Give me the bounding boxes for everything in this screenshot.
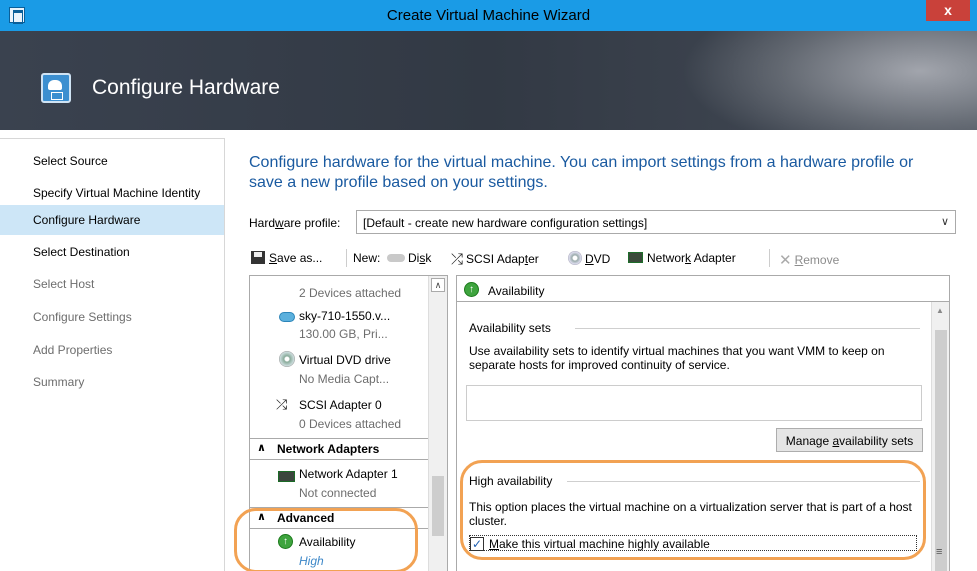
intro-text: Configure hardware for the virtual machi…	[249, 154, 914, 191]
scroll-up-icon[interactable]: ∧	[431, 278, 445, 292]
availability-sets-list[interactable]	[466, 385, 922, 421]
disk-detail: 130.00 GB, Pri...	[299, 327, 388, 341]
panel-title: Availability	[488, 284, 545, 298]
high-availability-description: This option places the virtual machine o…	[469, 500, 912, 528]
hardware-profile-select[interactable]: [Default - create new hardware configura…	[356, 210, 956, 234]
title-bar: Create Virtual Machine Wizard x	[0, 0, 977, 31]
scrollbar-thumb[interactable]	[432, 476, 444, 536]
tree-scrollbar[interactable]: ∧	[428, 276, 447, 571]
group-advanced[interactable]: ∧ Advanced	[250, 507, 428, 529]
availability-sets-description: Use availability sets to identify virtua…	[469, 344, 885, 372]
scsi-detail: 0 Devices attached	[299, 417, 402, 431]
high-availability-label: High availability	[469, 474, 553, 488]
save-as-button[interactable]: Save as...	[251, 251, 322, 265]
tree-item-disk[interactable]: sky-710-1550.v...	[299, 309, 390, 323]
new-disk-button[interactable]: Disk	[387, 251, 431, 265]
network-adapter-icon	[628, 252, 643, 263]
tree-item-scsi[interactable]: SCSI Adapter 0	[299, 398, 382, 412]
hardware-profile-value: [Default - create new hardware configura…	[363, 216, 648, 230]
highly-available-checkbox[interactable]: ✓	[470, 537, 484, 551]
highly-available-checkbox-label[interactable]: Make this virtual machine highly availab…	[489, 537, 710, 551]
tree-item-dvd[interactable]: Virtual DVD drive	[299, 353, 391, 367]
remove-x-icon: ✕	[779, 252, 792, 269]
nav-item-summary[interactable]: Summary	[0, 367, 224, 397]
scrollbar-thumb[interactable]	[935, 330, 947, 571]
remove-button[interactable]: ✕ Remove	[779, 251, 839, 269]
disk-icon	[387, 254, 405, 262]
header-glow	[680, 31, 977, 130]
hardware-toolbar: Save as... New: Disk ⤮ SCSI Adapter DVD N…	[249, 245, 959, 271]
wizard-header: Configure Hardware	[0, 31, 977, 130]
window-title: Create Virtual Machine Wizard	[386, 7, 591, 24]
nic-detail: Not connected	[299, 486, 377, 500]
manage-availability-sets-button[interactable]: Manage availability sets	[776, 428, 923, 452]
dvd-detail: No Media Capt...	[299, 372, 390, 386]
save-icon	[251, 251, 265, 264]
availability-sets-label: Availability sets	[469, 321, 551, 335]
toolbar-separator	[769, 249, 770, 267]
nav-item-configure-settings[interactable]: Configure Settings	[0, 302, 224, 332]
new-dvd-button[interactable]: DVD	[568, 251, 610, 266]
tree-item-availability[interactable]: Availability	[299, 535, 355, 549]
panel-scrollbar[interactable]: ▲ ≡	[931, 302, 949, 571]
scsi-adapter-icon: ⤮	[276, 396, 288, 412]
hardware-tree[interactable]: 2 Devices attached sky-710-1550.v... 130…	[249, 275, 448, 571]
nav-item-select-destination[interactable]: Select Destination	[0, 237, 224, 267]
collapse-chevron-icon: ∧	[257, 442, 266, 454]
panel-header: ↑ Availability	[457, 276, 949, 302]
scroll-up-icon[interactable]: ▲	[936, 306, 944, 315]
ide-status: 2 Devices attached	[299, 286, 402, 300]
availability-icon: ↑	[464, 282, 479, 297]
nav-item-configure-hardware[interactable]: Configure Hardware	[0, 205, 224, 235]
page-title: Configure Hardware	[92, 76, 280, 99]
dvd-drive-icon	[279, 351, 295, 367]
hardware-profile-label: Hardware profile:	[249, 216, 341, 230]
collapse-chevron-icon: ∧	[257, 511, 266, 523]
hard-disk-icon	[279, 312, 295, 322]
dvd-icon	[568, 251, 582, 265]
scroll-grip-icon: ≡	[936, 546, 943, 558]
scsi-icon: ⤮	[451, 251, 464, 268]
hardware-wizard-icon	[41, 73, 71, 103]
availability-icon: ↑	[278, 534, 293, 549]
new-network-adapter-button[interactable]: Network Adapter	[628, 251, 736, 265]
network-adapter-icon	[278, 471, 295, 482]
chevron-down-icon[interactable]: ∨	[941, 215, 949, 228]
new-scsi-adapter-button[interactable]: ⤮ SCSI Adapter	[451, 251, 539, 268]
tree-item-network-adapter[interactable]: Network Adapter 1	[299, 467, 398, 481]
nav-item-specify-identity[interactable]: Specify Virtual Machine Identity	[0, 178, 224, 208]
availability-detail[interactable]: High	[299, 554, 324, 568]
section-divider	[575, 328, 920, 329]
close-button[interactable]: x	[926, 0, 970, 21]
section-divider	[567, 481, 920, 482]
group-network-adapters[interactable]: ∧ Network Adapters	[250, 438, 428, 460]
nav-item-select-source[interactable]: Select Source	[0, 146, 224, 176]
new-label: New:	[353, 251, 381, 265]
nav-item-add-properties[interactable]: Add Properties	[0, 335, 224, 365]
wizard-steps-nav: Select Source Specify Virtual Machine Id…	[0, 138, 225, 571]
toolbar-separator	[346, 249, 347, 267]
nav-item-select-host[interactable]: Select Host	[0, 269, 224, 299]
highly-available-checkbox-row[interactable]: ✓ Make this virtual machine highly avail…	[469, 535, 917, 551]
